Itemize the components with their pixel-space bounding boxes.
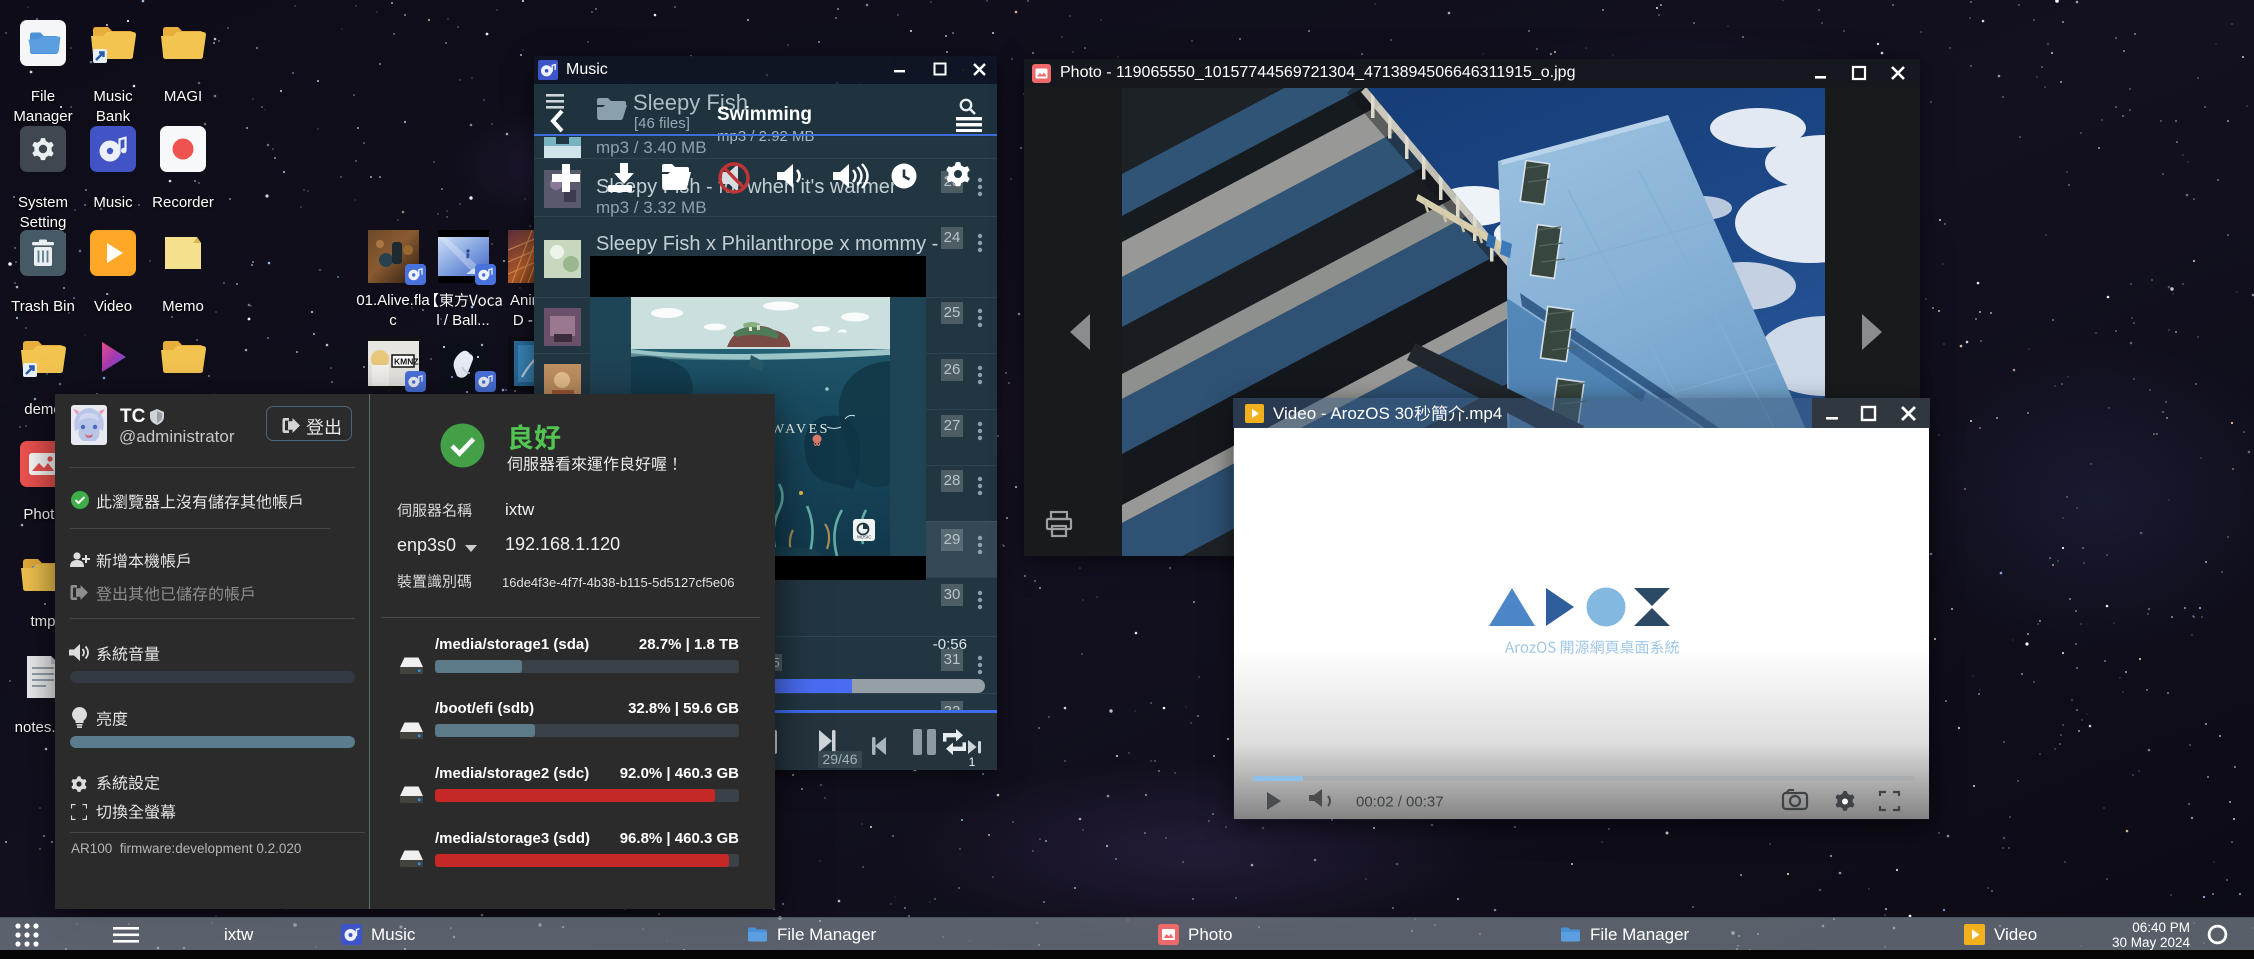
svg-text:WAVES: WAVES [771,422,830,437]
svg-text:00:02 / 00:37: 00:02 / 00:37 [1356,794,1444,811]
svg-text:MUSIC: MUSIC [857,535,872,540]
svg-text:1: 1 [969,755,976,769]
svg-text:KMNZ: KMNZ [394,357,419,367]
svg-text:29/46: 29/46 [822,751,857,767]
